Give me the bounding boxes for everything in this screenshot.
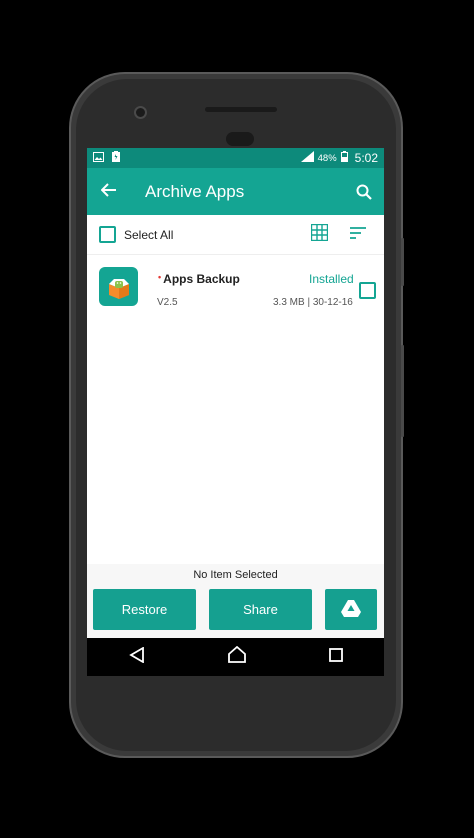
drive-icon: [341, 599, 361, 620]
item-checkbox[interactable]: [359, 282, 376, 299]
nav-recents-icon[interactable]: [328, 647, 343, 667]
app-bar: Archive Apps: [87, 168, 384, 215]
select-all-checkbox[interactable]: [99, 226, 116, 243]
action-bar: No Item Selected Restore Share: [87, 564, 384, 638]
signal-icon: [300, 151, 314, 165]
list-item[interactable]: • Apps Backup Installed V2.5 3.3 MB | 30-…: [87, 262, 384, 322]
select-all-label: Select All: [124, 227, 174, 242]
sort-icon[interactable]: [350, 226, 366, 244]
search-icon[interactable]: [344, 184, 384, 200]
phone-screen: 48% 5:02 Archive Apps Select All • Apps …: [87, 148, 384, 676]
power-button: [401, 238, 404, 286]
app-version: V2.5: [157, 297, 178, 308]
volume-button: [401, 345, 404, 437]
battery-icon: [340, 151, 348, 165]
grid-view-icon[interactable]: [310, 223, 329, 246]
drive-upload-button[interactable]: [325, 589, 377, 630]
earpiece-speaker: [205, 107, 277, 112]
nav-home-icon[interactable]: [227, 645, 246, 668]
page-title: Archive Apps: [145, 181, 245, 201]
navigation-bar: [87, 638, 384, 676]
share-button[interactable]: Share: [209, 589, 312, 630]
proximity-sensor: [226, 132, 254, 146]
list-toolbar: Select All: [87, 215, 384, 255]
nav-back-icon[interactable]: [128, 645, 145, 668]
app-size-date: 3.3 MB | 30-12-16: [273, 297, 353, 308]
restore-button[interactable]: Restore: [93, 589, 196, 630]
app-name: • Apps Backup: [158, 272, 240, 286]
app-icon: [99, 267, 138, 306]
app-status: Installed: [309, 272, 354, 286]
battery-charging-icon: [112, 151, 120, 165]
image-icon: [93, 151, 104, 165]
front-camera: [134, 106, 147, 119]
clock: 5:02: [354, 151, 378, 165]
battery-percent: 48%: [317, 152, 337, 164]
back-arrow-icon[interactable]: [87, 180, 131, 203]
status-bar: 48% 5:02: [87, 148, 384, 168]
selection-status: No Item Selected: [193, 569, 278, 581]
